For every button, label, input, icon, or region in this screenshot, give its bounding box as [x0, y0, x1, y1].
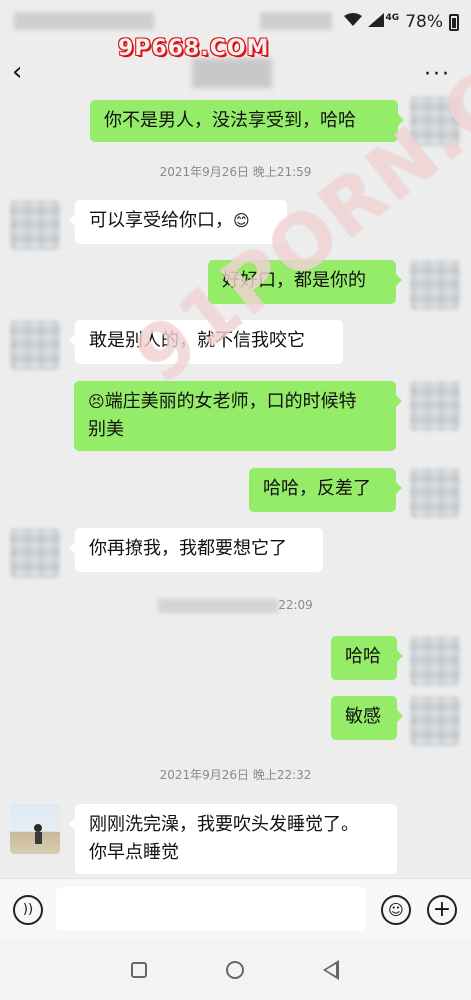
my-avatar[interactable]	[410, 381, 460, 431]
watermark-top: 9P668.COM	[118, 36, 270, 61]
contact-name-blurred	[192, 58, 272, 88]
back-nav-button[interactable]	[323, 960, 339, 980]
more-icon: ···	[424, 62, 451, 87]
recents-button[interactable]	[131, 962, 147, 978]
more-actions-button[interactable]: +	[427, 895, 457, 925]
back-button[interactable]: ‹	[12, 58, 40, 86]
message-text: 你早点睡觉	[89, 842, 179, 863]
person-icon	[34, 824, 42, 844]
message-text: 刚刚洗完澡，我要吹头发睡觉了。	[89, 814, 359, 835]
blurred-status-icons	[260, 12, 332, 30]
battery-icon	[449, 13, 459, 31]
persevere-emoji-icon: 😣	[88, 392, 105, 411]
home-button[interactable]	[226, 961, 244, 979]
message-input[interactable]	[56, 887, 366, 931]
chevron-left-icon: ‹	[12, 57, 23, 87]
message-bubble-sent[interactable]: 好好口，都是你的	[208, 260, 402, 304]
emoji-icon: ☺	[388, 901, 404, 919]
message-timestamp: 22:09	[0, 598, 471, 613]
system-nav-bar	[0, 940, 471, 1000]
contact-avatar[interactable]	[10, 200, 60, 250]
message-bubble-received[interactable]: 敢是别人的，就不信我咬它	[69, 320, 343, 364]
message-timestamp: 2021年9月26日 晚上22:32	[159, 768, 312, 782]
network-type: 4G	[385, 13, 400, 23]
chat-area[interactable]: 你不是男人，没法享受到，哈哈 2021年9月26日 晚上21:59 可以享受给你…	[0, 96, 471, 878]
input-bar: )) ☺ +	[0, 878, 471, 941]
message-text: 端庄美丽的女老师，口的时候特	[104, 391, 357, 412]
my-avatar[interactable]	[410, 96, 460, 146]
message-bubble-sent[interactable]: 😣端庄美丽的女老师，口的时候特 别美	[74, 381, 402, 451]
blurred-status-left	[14, 12, 154, 30]
message-bubble-received[interactable]: 可以享受给你口，😊	[69, 200, 287, 244]
plus-icon: +	[432, 897, 452, 922]
emoji-button[interactable]: ☺	[381, 895, 411, 925]
wifi-icon	[343, 12, 362, 32]
timestamp-blurred	[158, 598, 279, 613]
message-bubble-received[interactable]: 刚刚洗完澡，我要吹头发睡觉了。 你早点睡觉	[69, 804, 397, 874]
message-text: 别美	[88, 419, 124, 440]
my-avatar[interactable]	[410, 696, 460, 746]
my-avatar[interactable]	[410, 260, 460, 310]
message-bubble-sent[interactable]: 你不是男人，没法享受到，哈哈	[90, 100, 404, 142]
signal-icon	[367, 12, 384, 32]
timestamp-time: 22:09	[278, 598, 313, 612]
my-avatar[interactable]	[410, 468, 460, 518]
more-options-button[interactable]: ···	[424, 62, 451, 87]
voice-icon: ))	[22, 902, 34, 917]
message-text: 可以享受给你口，	[89, 210, 233, 231]
message-timestamp: 2021年9月26日 晚上21:59	[159, 165, 312, 179]
smile-emoji-icon: 😊	[233, 211, 250, 230]
message-bubble-received[interactable]: 你再撩我，我都要想它了	[69, 528, 323, 572]
contact-avatar[interactable]	[10, 320, 60, 370]
contact-avatar[interactable]	[10, 804, 60, 854]
voice-button[interactable]: ))	[13, 895, 43, 925]
message-bubble-sent[interactable]: 敏感	[331, 696, 403, 740]
message-bubble-sent[interactable]: 哈哈	[331, 636, 403, 680]
status-right: 4G 78%	[343, 10, 459, 34]
contact-avatar[interactable]	[10, 528, 60, 578]
battery-percent: 78%	[405, 12, 443, 32]
message-bubble-sent[interactable]: 哈哈，反差了	[249, 468, 402, 512]
my-avatar[interactable]	[410, 636, 460, 686]
